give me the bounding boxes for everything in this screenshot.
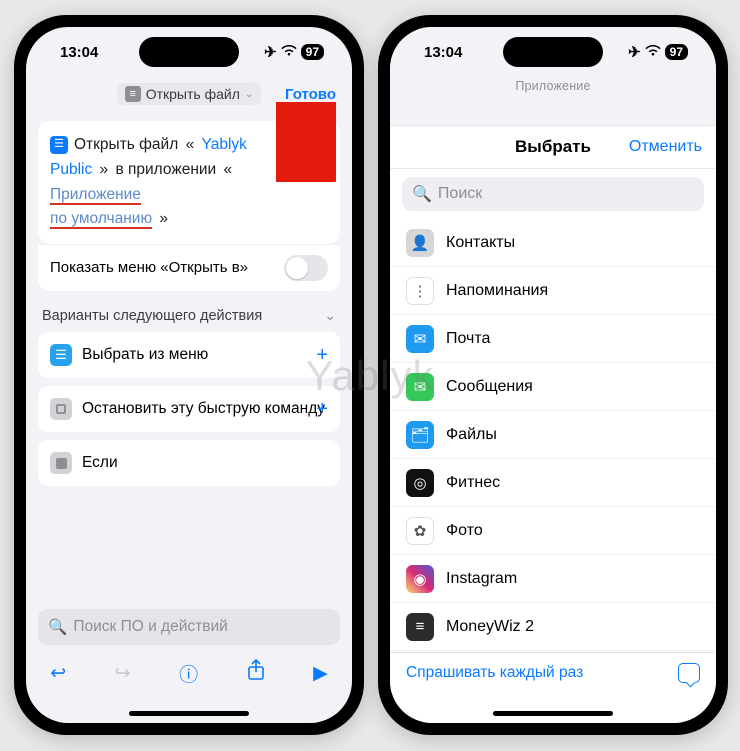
airplane-icon: ✈ [628, 43, 641, 61]
suggestions-title: Варианты следующего действия [42, 308, 262, 324]
action-mid-text: в приложении [115, 161, 216, 178]
shortcut-title: Открыть файл [146, 86, 240, 102]
add-icon[interactable]: + [316, 344, 328, 367]
add-icon[interactable]: + [316, 398, 328, 421]
app-row[interactable]: ✉ Сообщения [390, 363, 716, 411]
menu-icon: ☰ [50, 344, 72, 366]
app-row[interactable]: ✉ Почта [390, 315, 716, 363]
suggestion-row-stop[interactable]: Остановить эту быструю команду + [38, 386, 340, 432]
stop-icon [50, 398, 72, 420]
app-name: Сообщения [446, 378, 533, 396]
suggestion-row-if[interactable]: Если [38, 440, 340, 486]
app-icon: ✿ [406, 517, 434, 545]
app-name: Фитнес [446, 474, 500, 492]
app-icon: ✉ [406, 325, 434, 353]
close-quote-2: » [156, 210, 171, 227]
app-row[interactable]: ✿ Фото [390, 507, 716, 555]
app-row[interactable]: ≡ MoneyWiz 2 [390, 603, 716, 651]
app-name: Напоминания [446, 282, 548, 300]
info-button[interactable]: ⓘ [179, 660, 198, 687]
search-placeholder: Поиск [438, 185, 482, 203]
home-indicator[interactable] [129, 711, 249, 716]
open-quote-2: « [221, 161, 236, 178]
ask-each-time-row[interactable]: Спрашивать каждый раз [390, 652, 716, 693]
battery-level: 97 [301, 44, 324, 60]
ask-each-time-label: Спрашивать каждый раз [406, 664, 583, 682]
suggestion-label: Остановить эту быструю команду [82, 400, 325, 418]
app-icon: ◉ [406, 565, 434, 593]
dynamic-island [503, 37, 603, 67]
screen-left: 13:04 ✈ 97 Открыть файл ⌄ Готово ✕ Откр [26, 27, 352, 723]
search-apps-input[interactable]: 🔍 Поиск [402, 177, 704, 211]
app-name: MoneyWiz 2 [446, 618, 534, 636]
phone-right: 13:04 ✈ 97 Приложение Выбрать Отменить 🔍… [378, 15, 728, 735]
search-icon: 🔍 [48, 618, 67, 637]
app-icon: ◎ [406, 469, 434, 497]
search-placeholder: Поиск ПО и действий [73, 618, 227, 636]
app-icon: ✉ [406, 373, 434, 401]
suggestion-label: Выбрать из меню [82, 346, 208, 364]
action-type-icon [50, 136, 68, 154]
redo-button: ↪ [115, 662, 131, 685]
close-quote-1: » [97, 161, 112, 178]
app-default-token[interactable]: по умолчанию [50, 210, 152, 229]
chevron-down-icon: ⌄ [245, 89, 253, 100]
show-menu-toggle[interactable] [284, 255, 328, 281]
app-name: Файлы [446, 426, 497, 444]
toggle-label: Показать меню «Открыть в» [50, 259, 248, 278]
cancel-button[interactable]: Отменить [629, 138, 702, 156]
screen-right: 13:04 ✈ 97 Приложение Выбрать Отменить 🔍… [390, 27, 716, 723]
app-icon: 👤 [406, 229, 434, 257]
share-button[interactable] [247, 659, 265, 687]
if-icon [50, 452, 72, 474]
play-button[interactable]: ▶ [313, 662, 328, 685]
suggestions-header[interactable]: Варианты следующего действия ⌄ [38, 291, 340, 332]
search-actions-bar[interactable]: 🔍 Поиск ПО и действий [38, 609, 340, 645]
app-row[interactable]: ◎ Фитнес [390, 459, 716, 507]
app-icon: ≡ [406, 613, 434, 641]
airplane-icon: ✈ [264, 43, 277, 61]
app-name: Контакты [446, 234, 515, 252]
done-button[interactable]: Готово [285, 86, 336, 103]
chevron-down-icon: ⌄ [324, 307, 336, 324]
home-indicator[interactable] [493, 711, 613, 716]
suggestion-label: Если [82, 454, 118, 472]
dynamic-island [139, 37, 239, 67]
status-time: 13:04 [424, 44, 462, 61]
battery-level: 97 [665, 44, 688, 60]
picker-title: Выбрать [515, 137, 591, 157]
search-icon: 🔍 [412, 184, 432, 204]
app-name: Instagram [446, 570, 517, 588]
annotation-arrow [276, 102, 336, 182]
action-verb: Открыть файл [74, 136, 178, 153]
sheet-subtitle: Приложение [390, 77, 716, 93]
file-token-1[interactable]: Yablyk [202, 136, 247, 153]
show-menu-row: Показать меню «Открыть в» [38, 244, 340, 291]
shortcut-icon [125, 86, 141, 102]
picker-header: Выбрать Отменить [390, 125, 716, 169]
bottom-toolbar: ↩ ↪ ⓘ ▶ [26, 651, 352, 695]
status-icons: ✈ 97 [264, 43, 324, 61]
status-icons: ✈ 97 [628, 43, 688, 61]
app-name: Почта [446, 330, 490, 348]
file-token-2[interactable]: Public [50, 161, 92, 178]
wifi-icon [645, 44, 661, 61]
app-row[interactable]: ◉ Instagram [390, 555, 716, 603]
app-list[interactable]: 👤 Контакты ⋮ Напоминания ✉ Почта ✉ Сообщения 🗂 Фа… [390, 219, 716, 663]
open-quote-1: « [183, 136, 198, 153]
phone-left: 13:04 ✈ 97 Открыть файл ⌄ Готово ✕ Откр [14, 15, 364, 735]
app-token[interactable]: Приложение [50, 186, 141, 205]
wifi-icon [281, 44, 297, 61]
app-row[interactable]: 🗂 Файлы [390, 411, 716, 459]
app-icon: ⋮ [406, 277, 434, 305]
status-time: 13:04 [60, 44, 98, 61]
app-name: Фото [446, 522, 483, 540]
shortcut-title-pill[interactable]: Открыть файл ⌄ [117, 83, 262, 105]
app-row[interactable]: ⋮ Напоминания [390, 267, 716, 315]
app-icon: 🗂 [406, 421, 434, 449]
speech-icon [678, 663, 700, 683]
undo-button[interactable]: ↩ [50, 662, 66, 685]
suggestion-row-menu[interactable]: ☰ Выбрать из меню + [38, 332, 340, 378]
app-row[interactable]: 👤 Контакты [390, 219, 716, 267]
